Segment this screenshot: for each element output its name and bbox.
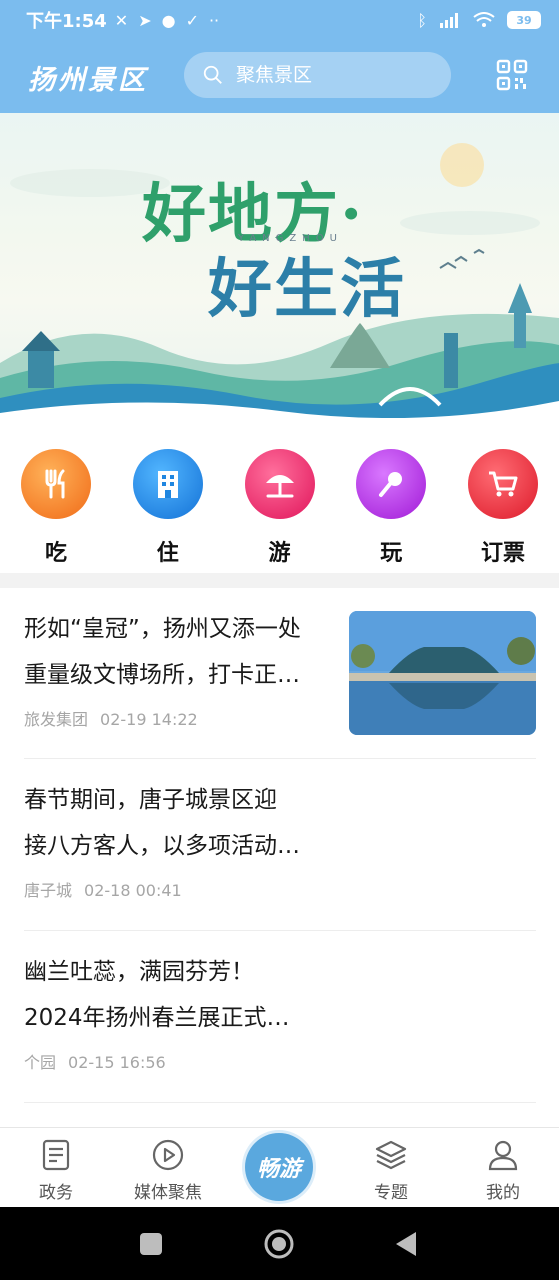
category-tickets[interactable]: 订票: [467, 449, 539, 573]
check-icon: ✓: [185, 10, 199, 30]
signal-icon: [440, 13, 458, 28]
news-title-line2: 重量级文博场所，打卡正…: [24, 662, 300, 688]
microphone-icon: [356, 449, 427, 519]
category-grid: 吃 住 游 玩 订票: [0, 427, 559, 573]
search-icon: [203, 65, 222, 84]
layers-icon: [375, 1140, 407, 1170]
nav-label: 我的: [486, 1183, 520, 1203]
status-bar: 下午1:54 ✕ ➤ ● ✓ ·· ᛒ 39: [0, 0, 559, 40]
search-input[interactable]: [236, 64, 436, 86]
news-title-line1: 幽兰吐蕊，满园芬芳！: [24, 959, 254, 985]
changyou-logo-icon: 畅游: [256, 1156, 301, 1182]
wifi-icon: [473, 12, 495, 27]
news-meta: 个园 02-15 16:56: [24, 1049, 536, 1073]
cart-icon: [468, 449, 538, 519]
news-title-line2: 2024年扬州春兰展正式…: [24, 1005, 290, 1031]
category-eat[interactable]: 吃: [20, 449, 92, 573]
chat-icon: ●: [161, 10, 176, 30]
document-icon: [42, 1139, 70, 1171]
changyou-center-button[interactable]: 畅游: [245, 1133, 313, 1201]
battery-icon: 39: [507, 11, 541, 29]
telegram-icon: ➤: [138, 10, 152, 30]
category-stay[interactable]: 住: [132, 449, 204, 573]
fork-knife-icon: [21, 449, 91, 519]
app-logo: 扬州景区: [28, 65, 148, 96]
app-header: 扬州景区: [0, 40, 559, 113]
category-label: 游: [268, 541, 291, 566]
nav-item-government[interactable]: 政务: [6, 1128, 106, 1208]
top-bar: 下午1:54 ✕ ➤ ● ✓ ·· ᛒ 39 扬州景区: [0, 0, 559, 113]
umbrella-beach-icon: [244, 449, 315, 519]
nav-item-topics[interactable]: 专题: [341, 1128, 441, 1208]
search-bar[interactable]: [184, 52, 451, 98]
qr-code-icon[interactable]: [496, 59, 528, 91]
nav-label: 媒体聚焦: [134, 1183, 202, 1203]
notification-icons: ✕ ➤ ● ✓ ··: [115, 11, 219, 30]
system-nav-bar: [0, 1207, 559, 1280]
recent-apps-button[interactable]: [140, 1233, 162, 1255]
banner[interactable]: 好地方· YANGZHOU 好生活: [0, 113, 559, 427]
news-source: 个园: [24, 1053, 57, 1072]
news-time: 02-15 16:56: [68, 1053, 166, 1072]
system-icons: ᛒ 39: [417, 11, 541, 30]
news-source: 唐子城: [24, 881, 73, 900]
news-title-line1: 春节期间，唐子城景区迎: [24, 787, 277, 813]
bluetooth-icon: ᛒ: [417, 10, 427, 30]
category-label: 订票: [480, 541, 525, 566]
status-time: 下午1:54: [26, 11, 107, 32]
news-item[interactable]: 幽兰吐蕊，满园芬芳！ 2024年扬州春兰展正式… 个园 02-15 16:56: [24, 931, 536, 1103]
category-play[interactable]: 玩: [355, 449, 427, 573]
category-label: 吃: [44, 541, 67, 566]
nav-item-media[interactable]: 媒体聚焦: [118, 1128, 218, 1208]
category-label: 住: [156, 541, 179, 566]
news-time: 02-19 14:22: [100, 710, 198, 729]
user-icon: [488, 1140, 518, 1171]
nav-label: 专题: [374, 1183, 408, 1203]
news-title-line2: 接八方客人，以多项活动…: [24, 833, 300, 859]
banner-slogan-line2: 好生活: [208, 252, 406, 327]
news-thumbnail: [349, 611, 536, 735]
news-title-line1: 形如“皇冠”，扬州又添一处: [24, 616, 301, 642]
news-item[interactable]: 春节期间，唐子城景区迎 接八方客人，以多项活动… 唐子城 02-18 00:41: [24, 759, 536, 931]
news-source: 旅发集团: [24, 710, 89, 729]
news-meta: 唐子城 02-18 00:41: [24, 877, 536, 901]
back-button[interactable]: [396, 1232, 416, 1256]
category-travel[interactable]: 游: [244, 449, 316, 573]
mute-icon: ✕: [114, 10, 129, 30]
category-label: 玩: [380, 541, 403, 566]
building-icon: [132, 449, 203, 519]
nav-label: 政务: [39, 1183, 73, 1203]
news-item[interactable]: 形如“皇冠”，扬州又添一处 重量级文博场所，打卡正… 旅发集团 02-19 14:…: [24, 588, 536, 759]
section-divider: [0, 573, 559, 588]
news-time: 02-18 00:41: [84, 881, 182, 900]
play-circle-icon: [152, 1139, 184, 1171]
more-dots-icon: ··: [208, 10, 220, 30]
nav-item-mine[interactable]: 我的: [453, 1128, 553, 1208]
